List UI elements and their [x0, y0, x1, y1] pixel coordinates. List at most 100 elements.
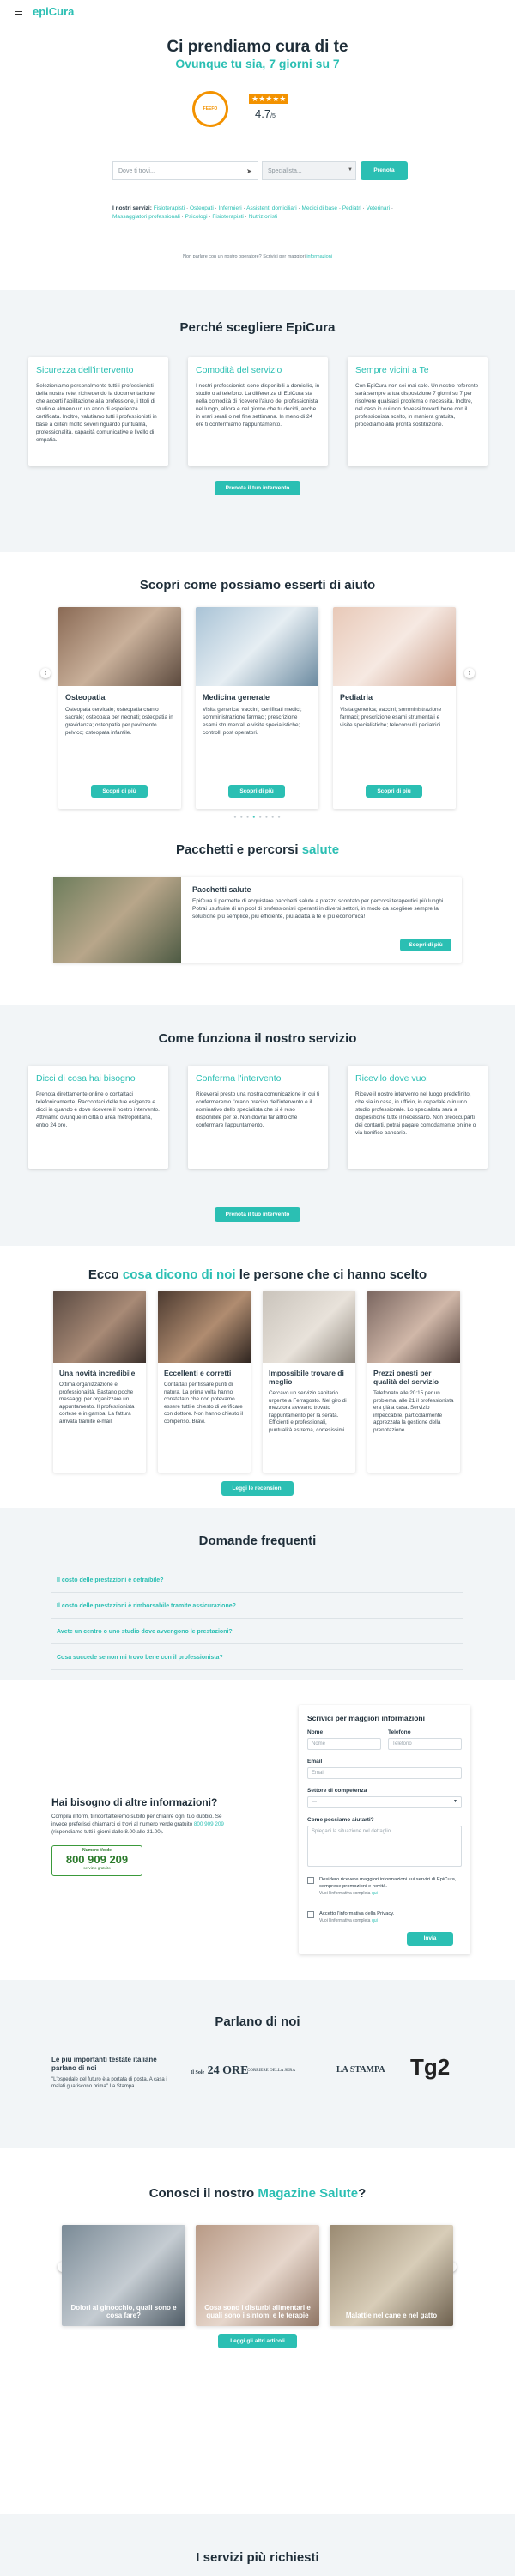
reviews-title: Ecco cosa dicono di noi le persone che c…: [88, 1267, 427, 1282]
logo-tg2: Tg2: [410, 2054, 451, 2080]
popular-services-section: I servizi più richiesti: [0, 2514, 515, 2576]
chevron-right-icon[interactable]: ›: [464, 668, 475, 678]
discover-button[interactable]: Scopri di più: [91, 785, 148, 798]
packages-title: Pacchetti e percorsi salute: [175, 842, 340, 857]
how-card-3: Ricevilo dove vuoi Riceve il nostro inter…: [348, 1066, 488, 1169]
service-link[interactable]: Massaggiatori professionali: [112, 214, 180, 220]
faq-section: Domande frequenti Il costo delle prestaz…: [0, 1508, 515, 1680]
press-title: Parlano di noi: [215, 2014, 300, 2029]
why-card-1: Sicurezza dell'intervento Selezioniamo pe…: [28, 357, 168, 466]
how-title: Come funziona il nostro servizio: [158, 1031, 357, 1046]
send-button[interactable]: Invia: [407, 1932, 453, 1946]
service-link[interactable]: Nutrizionisti: [249, 214, 278, 220]
article-card[interactable]: Dolori al ginocchio, quali sono e cosa f…: [62, 2225, 185, 2326]
article-card[interactable]: Malattie nel cane e nel gatto: [330, 2225, 453, 2326]
service-link[interactable]: Osteopati: [190, 205, 214, 211]
magazine-section: Conosci il nostro Magazine Salute? ‹ › D…: [0, 2148, 515, 2514]
why-title: Perché scegliere EpiCura: [179, 320, 336, 335]
header: epiCura: [0, 0, 515, 24]
magazine-title: Conosci il nostro Magazine Salute?: [148, 2186, 367, 2201]
article-card[interactable]: Cosa sono i disturbi alimentari e quali …: [196, 2225, 319, 2326]
why-section: Perché scegliere EpiCura Sicurezza dell'…: [0, 290, 515, 552]
packages-photo: [53, 877, 181, 963]
hero-subtitle: Ovunque tu sia, 7 giorni su 7: [175, 57, 340, 70]
contact-section: Hai bisogno di altre informazioni? Compi…: [0, 1680, 515, 1980]
book-button[interactable]: Prenota il tuo intervento: [215, 481, 300, 495]
search-button[interactable]: Prenota: [360, 161, 408, 180]
review-photo: [263, 1291, 355, 1363]
email-field[interactable]: Email: [307, 1767, 462, 1779]
service-card-pediatria[interactable]: Pediatria Visita generica; vaccini; sommi…: [333, 607, 456, 809]
how-card-2: Conferma l'intervento Riceverai presto un…: [188, 1066, 328, 1169]
services-list: I nostri servizi: Fisioterapisti · Osteo…: [112, 205, 394, 220]
packages-section: Pacchetti e percorsi salute Pacchetti sa…: [0, 835, 515, 1005]
operator-note: Non parlare con un nostro operatore? Scr…: [183, 254, 332, 259]
operator-link[interactable]: informazioni: [306, 254, 332, 259]
feefo-badge: FEEFO: [192, 91, 228, 127]
discover-button[interactable]: Scopri di più: [366, 785, 422, 798]
faq-item[interactable]: Il costo delle prestazioni è detraibile?: [52, 1568, 464, 1593]
service-link[interactable]: Infermieri: [219, 205, 242, 211]
faq-title: Domande frequenti: [198, 1534, 317, 1548]
read-articles-button[interactable]: Leggi gli altri articoli: [218, 2334, 297, 2348]
service-card-medicina[interactable]: Medicina generale Visita generica; vaccin…: [196, 607, 318, 809]
reviews-button[interactable]: Leggi le recensioni: [221, 1481, 294, 1496]
review-photo: [367, 1291, 460, 1363]
contact-text: Compila il form, ti ricontatteremo subit…: [52, 1814, 224, 1835]
toll-free-badge[interactable]: Numero Verde 800 909 209 servizio gratui…: [52, 1845, 142, 1876]
star-rating: ★★★★★: [249, 94, 289, 104]
service-photo: [196, 607, 318, 686]
carousel-dots[interactable]: ● ● ● ● ● ● ● ●: [0, 815, 515, 820]
service-link[interactable]: Fisioterapisti: [154, 205, 185, 211]
review-photo: [53, 1291, 146, 1363]
press-section: Parlano di noi Le più importanti testate…: [0, 1980, 515, 2148]
packages-button[interactable]: Scopri di più: [400, 939, 451, 951]
contact-form: Scrivici per maggiori informazioni Nome …: [299, 1705, 470, 1954]
contact-title: Hai bisogno di altre informazioni?: [52, 1796, 218, 1808]
chevron-left-icon[interactable]: ‹: [40, 668, 51, 678]
packages-card: Pacchetti salute EpiCura ti permette di …: [53, 877, 462, 963]
hamburger-icon[interactable]: [15, 9, 22, 15]
review-card: Impossibile trovare di meglio Cercavo un …: [263, 1291, 355, 1473]
faq-item[interactable]: Il costo delle prestazioni è rimborsabil…: [52, 1594, 464, 1619]
review-photo: [158, 1291, 251, 1363]
popular-services-title: I servizi più richiesti: [196, 2550, 319, 2565]
chevron-down-icon: ▼: [453, 1799, 457, 1804]
rating-value: 4.7/5: [255, 107, 276, 120]
service-link[interactable]: Psicologi: [185, 214, 208, 220]
sector-select[interactable]: ---: [307, 1796, 462, 1808]
service-photo: [333, 607, 456, 686]
reviews-section: Ecco cosa dicono di noi le persone che c…: [0, 1246, 515, 1508]
book-button-2[interactable]: Prenota il tuo intervento: [215, 1207, 300, 1222]
how-section: Come funziona il nostro servizio Dicci d…: [0, 1005, 515, 1246]
logo[interactable]: epiCura: [33, 5, 74, 18]
faq-item[interactable]: Cosa succede se non mi trovo bene con il…: [52, 1645, 464, 1670]
service-link[interactable]: Medici di base: [301, 205, 337, 211]
service-link[interactable]: Assistenti domiciliari: [246, 205, 297, 211]
why-card-2: Comodità del servizio I nostri profession…: [188, 357, 328, 466]
chevron-down-icon: ▼: [348, 167, 353, 173]
review-card: Una novità incredibile Ottima organizzazi…: [53, 1291, 146, 1473]
name-field[interactable]: Nome: [307, 1738, 381, 1750]
review-card: Prezzi onesti per qualità del servizio Te…: [367, 1291, 460, 1473]
logo-corriere: CORRIERE DELLA SERA: [247, 2069, 296, 2073]
service-link[interactable]: Pediatri: [342, 205, 361, 211]
marketing-checkbox[interactable]: [307, 1877, 314, 1884]
message-field[interactable]: Spiegaci la situazione nel dettaglio: [307, 1826, 462, 1867]
services-section: Scopri come possiamo esserti di aiuto ‹ …: [0, 552, 515, 835]
privacy-checkbox[interactable]: [307, 1911, 314, 1918]
service-photo: [58, 607, 181, 686]
review-card: Eccellenti e corretti Contattati per fiss…: [158, 1291, 251, 1473]
faq-item[interactable]: Avete un centro o uno studio dove avveng…: [52, 1619, 464, 1644]
where-input[interactable]: Dove ti trovi...: [112, 161, 258, 180]
how-card-1: Dicci di cosa hai bisogno Prenota diretta…: [28, 1066, 168, 1169]
service-card-osteopatia[interactable]: Osteopatia Osteopata cervicale; osteopati…: [58, 607, 181, 809]
phone-field[interactable]: Telefono: [388, 1738, 462, 1750]
discover-button[interactable]: Scopri di più: [228, 785, 285, 798]
specialty-select[interactable]: Specialista...: [262, 161, 356, 180]
logo-lastampa: LA STAMPA: [336, 2065, 385, 2075]
hero-title: Ci prendiamo cura di te: [167, 38, 348, 56]
service-link[interactable]: Veterinari: [367, 205, 390, 211]
service-link[interactable]: Fisioterapisti: [212, 214, 243, 220]
locate-icon[interactable]: ➤: [246, 167, 252, 175]
